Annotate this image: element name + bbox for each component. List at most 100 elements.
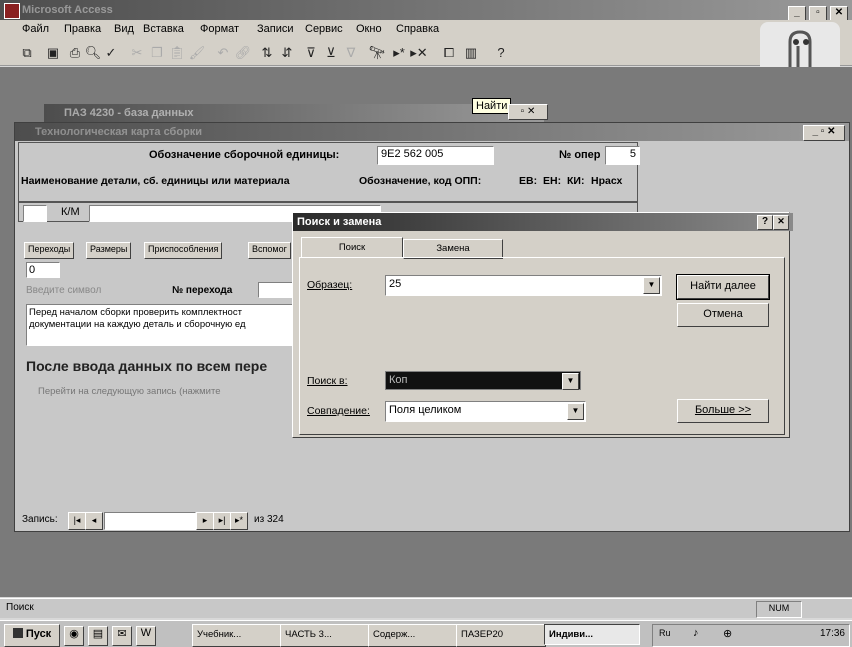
menu-format[interactable]: Формат [200, 20, 239, 38]
taskbar-item-individ[interactable]: Индиви... [544, 624, 640, 645]
status-text: Поиск [6, 602, 34, 613]
pattern-input[interactable]: 25 ▼ [385, 275, 662, 296]
taskbar-item-chast3[interactable]: ЧАСТЬ 3... [280, 624, 370, 647]
more-button[interactable]: Больше >> [677, 399, 769, 423]
preview-icon[interactable]: 🔍︎ [84, 44, 102, 62]
format-painter-icon[interactable]: 🖌︎ [188, 44, 206, 62]
find-next-button[interactable]: Найти далее [676, 274, 770, 300]
find-icon[interactable]: 🔭︎ [368, 44, 386, 62]
back-window-title: ПАЗ 4230 - база данных [64, 107, 194, 119]
lookin-value: Коп [389, 374, 408, 386]
small-field[interactable]: 0 [26, 262, 60, 278]
menu-insert[interactable]: Вставка [143, 20, 184, 38]
database-window-icon[interactable]: ⧠ [440, 44, 458, 62]
quick-launch: ◉ ▤ ✉ W [64, 626, 184, 646]
form-titlebar[interactable]: Технологическая карта сборки _ ▫ ✕ [15, 123, 849, 141]
hyperlink-icon[interactable]: 🔗︎ [234, 44, 252, 62]
tray-network-icon[interactable]: ⊕ [723, 627, 732, 640]
taskbar-item-pazer[interactable]: ПАЗЕР20 [456, 624, 546, 647]
menu-edit[interactable]: Правка [64, 20, 101, 38]
pattern-label: Образец: [307, 279, 353, 291]
first-record-button[interactable]: |◂ [68, 512, 86, 530]
header-ki-label: КИ: [567, 175, 585, 187]
menu-tools[interactable]: Сервис [305, 20, 343, 38]
oper-field[interactable]: 5 [605, 146, 640, 165]
tray-language-icon[interactable]: Ru [659, 628, 671, 638]
new-object-icon[interactable]: ▥ [462, 44, 480, 62]
big-heading: После ввода данных по всем пере [26, 358, 268, 374]
new-record-icon[interactable]: ▸* [390, 44, 408, 62]
match-label: Совпадение: [307, 405, 370, 417]
quick-launch-outlook-icon[interactable]: ✉ [112, 626, 132, 646]
back-window-titlebar[interactable]: ПАЗ 4230 - база данных [44, 104, 544, 122]
view-icon[interactable]: ⧉ [18, 44, 36, 62]
last-record-button[interactable]: ▸| [213, 512, 231, 530]
quick-launch-ie-icon[interactable]: ◉ [64, 626, 84, 646]
num-indicator: NUM [756, 601, 802, 618]
delete-record-icon[interactable]: ▸✕ [410, 44, 428, 62]
app-icon [4, 3, 20, 19]
tab-razmery[interactable]: Размеры [86, 242, 132, 259]
detail-num-field[interactable] [23, 205, 47, 222]
filter-selection-icon[interactable]: ⊽ [302, 44, 320, 62]
menu-records[interactable]: Записи [257, 20, 294, 38]
tab-vspomog[interactable]: Вспомог [248, 242, 291, 259]
spelling-icon[interactable]: ✓ [102, 44, 120, 62]
record-label: Запись: [22, 514, 58, 525]
dialog-close-button[interactable]: ✕ [773, 215, 789, 230]
taskbar-item-soderzh[interactable]: Содерж... [368, 624, 458, 647]
match-select[interactable]: Поля целиком ▼ [385, 401, 586, 422]
cancel-button[interactable]: Отмена [677, 303, 769, 327]
memo-field[interactable]: Перед началом сборки проверить комплектн… [26, 304, 294, 346]
menu-view[interactable]: Вид [114, 20, 134, 38]
help-icon[interactable]: ? [492, 44, 510, 62]
cut-icon[interactable]: ✂ [128, 44, 146, 62]
lookin-select[interactable]: Коп ▼ [385, 371, 581, 390]
print-icon[interactable]: ⎙ [66, 44, 84, 62]
tab-search-label: Поиск [338, 242, 366, 253]
prev-record-button[interactable]: ◂ [85, 512, 103, 530]
chevron-down-icon[interactable]: ▼ [567, 403, 584, 420]
menu-file[interactable]: Файл [22, 20, 49, 38]
new-record-nav-button[interactable]: ▸* [230, 512, 248, 530]
back-window-close[interactable]: ▫ ✕ [508, 104, 548, 120]
cancel-label: Отмена [703, 308, 743, 320]
windows-logo-icon [12, 628, 23, 638]
chevron-down-icon[interactable]: ▼ [562, 373, 579, 390]
pattern-value: 25 [389, 278, 402, 290]
taskbar-item-uchebnik[interactable]: Учебник... [192, 624, 282, 647]
start-label: Пуск [25, 628, 52, 640]
header-ev-label: ЕВ: [519, 175, 538, 187]
menu-window[interactable]: Окно [356, 20, 382, 38]
apply-filter-icon[interactable]: ∇ [342, 44, 360, 62]
record-number-field[interactable] [104, 512, 196, 530]
tab-prisposobleniya[interactable]: Приспособления [144, 242, 223, 259]
system-tray: Ru ♪ ⊕ 17:36 [652, 624, 850, 647]
menu-help[interactable]: Справка [396, 20, 439, 38]
undo-icon[interactable]: ↶ [214, 44, 232, 62]
oper-label: № опер [559, 149, 601, 161]
quick-launch-word-icon[interactable]: W [136, 626, 156, 646]
filter-form-icon[interactable]: ⊻ [322, 44, 340, 62]
sort-ascending-icon[interactable]: ⇅ [258, 44, 276, 62]
chevron-down-icon[interactable]: ▼ [643, 277, 660, 294]
dialog-help-button[interactable]: ? [757, 215, 773, 230]
tab-search[interactable]: Поиск [301, 237, 403, 258]
record-of: из 324 [254, 514, 284, 525]
paste-icon[interactable]: 📋︎ [168, 44, 186, 62]
assembly-field[interactable]: 9Е2 562 005 [377, 146, 494, 165]
copy-icon[interactable]: ❐ [148, 44, 166, 62]
next-record-button[interactable]: ▸ [196, 512, 214, 530]
form-window-controls[interactable]: _ ▫ ✕ [803, 125, 845, 141]
tray-volume-icon[interactable]: ♪ [693, 627, 699, 639]
sort-descending-icon[interactable]: ⇵ [278, 44, 296, 62]
quick-launch-desktop-icon[interactable]: ▤ [88, 626, 108, 646]
dialog-titlebar[interactable]: Поиск и замена ? ✕ [293, 213, 793, 231]
tab-perehody[interactable]: Переходы [24, 242, 75, 259]
start-button[interactable]: Пуск [4, 624, 60, 647]
perehod-label: № перехода [172, 285, 233, 296]
tab-replace[interactable]: Замена [403, 239, 503, 259]
save-icon[interactable]: ▣ [44, 44, 62, 62]
taskbar-item-label: Содерж... [373, 629, 416, 640]
form-header-band: Обозначение сборочной единицы: 9Е2 562 0… [18, 142, 640, 202]
